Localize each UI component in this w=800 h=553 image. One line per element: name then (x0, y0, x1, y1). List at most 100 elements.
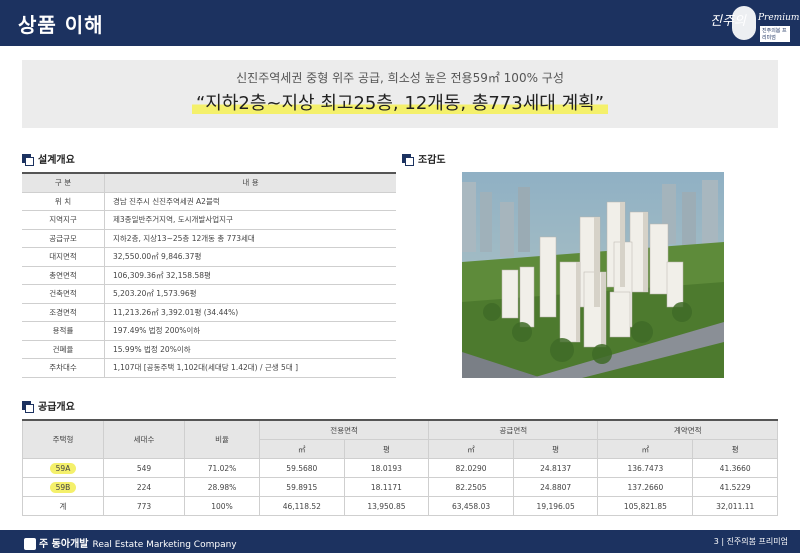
banner-headline: “지하2층~지상 최고25층, 12개동, 총773세대 계획” (191, 93, 609, 114)
brand-mark-icon (24, 538, 36, 550)
row-value: 5,203.20㎡ 1,573.96평 (104, 284, 396, 304)
supply-title-text: 공급개요 (38, 402, 75, 413)
logo-tag: 진주의봄 프리미엄 (760, 26, 790, 42)
logo-emblem-icon (732, 6, 756, 40)
row-value: 11,213.26㎡ 3,392.01평 (34.44%) (104, 303, 396, 322)
logo-premium-text: Premium (758, 13, 800, 23)
table-row: 59A 549 71.02% 59.5680 18.0193 82.0290 2… (22, 458, 778, 478)
design-table: 구 분 내 용 위 치 경남 진주시 신진주역세권 A2블럭 지역지구 제3종일반주… (22, 172, 396, 378)
section-icon (402, 154, 414, 166)
page-title: 상품 이해 (18, 13, 104, 37)
row-value: 106,309.36㎡ 32,158.58평 (104, 266, 396, 285)
row-key: 지역지구 (22, 210, 105, 230)
col-sub: 평 (692, 439, 778, 459)
birdseye-rendering-image (462, 172, 724, 378)
table-row: 위 치 경남 진주시 신진주역세권 A2블럭 (22, 192, 396, 211)
cell-value: 32,011.11 (692, 496, 778, 516)
cell-value: 18.0193 (343, 458, 430, 478)
footer-brand: 주 동아개발 Real Estate Marketing Company (24, 535, 237, 550)
table-row: 계 773 100% 46,118.52 13,950.85 63,458.03… (22, 496, 778, 516)
cell-value: 59.8915 (259, 477, 345, 497)
row-key: 조경면적 (22, 303, 105, 322)
banner-headline-wrap: “지하2층~지상 최고25층, 12개동, 총773세대 계획” (22, 89, 778, 115)
cell-value: 105,821.85 (597, 496, 694, 516)
birdseye-illustration (462, 172, 724, 378)
cell-type: 59A (22, 458, 104, 478)
supply-section-title: 공급개요 (22, 398, 75, 413)
row-key: 주차대수 (22, 358, 105, 378)
row-value: 32,550.00㎡ 9,846.37평 (104, 247, 396, 267)
cell-value: 82.0290 (428, 458, 514, 478)
summary-banner: 신진주역세권 중형 위주 공급, 희소성 높은 전용59㎡ 100% 구성 “지… (22, 60, 778, 128)
cell-value: 46,118.52 (259, 496, 345, 516)
table-row: 총연면적 106,309.36㎡ 32,158.58평 (22, 266, 396, 285)
col-group-contract: 계약면적 (597, 419, 778, 440)
design-title-text: 설계개요 (38, 155, 75, 166)
col-sub: ㎡ (597, 439, 694, 459)
cell-type: 59B (22, 477, 104, 497)
cell-ratio: 71.02% (184, 458, 260, 478)
table-row: 건폐율 15.99% 법정 20%이하 (22, 340, 396, 359)
table-row: 대지면적 32,550.00㎡ 9,846.37평 (22, 247, 396, 267)
brand-name: 주 동아개발 (39, 539, 89, 550)
row-value: 제3종일반주거지역, 도시개발사업지구 (104, 210, 396, 230)
row-value: 경남 진주시 신진주역세권 A2블럭 (104, 192, 396, 211)
table-row: 용적률 197.49% 법정 200%이하 (22, 321, 396, 341)
col-ratio: 비율 (184, 419, 260, 459)
cell-value: 63,458.03 (428, 496, 514, 516)
cell-type: 계 (22, 496, 104, 516)
cell-value: 24.8807 (512, 477, 599, 497)
design-header-key: 구 분 (22, 172, 105, 193)
table-row: 건축면적 5,203.20㎡ 1,573.96평 (22, 284, 396, 304)
table-row: 공급규모 지하2층, 지상13~25층 12개동 총 773세대 (22, 229, 396, 248)
col-group-exclusive: 전용면적 (258, 419, 430, 440)
birdseye-section-title: 조감도 (402, 151, 446, 166)
table-row: 주차대수 1,107대 [공동주택 1,102대(세대당 1.42대) / 근생 … (22, 358, 396, 378)
row-key: 공급규모 (22, 229, 105, 248)
row-value: 197.49% 법정 200%이하 (104, 321, 396, 341)
row-key: 위 치 (22, 192, 105, 211)
design-section-title: 설계개요 (22, 151, 75, 166)
cell-value: 59.5680 (259, 458, 345, 478)
section-icon (22, 154, 34, 166)
section-icon (22, 401, 34, 413)
cell-value: 19,196.05 (512, 496, 599, 516)
footer-bar: 주 동아개발 Real Estate Marketing Company 3 | … (0, 530, 800, 553)
cell-value: 41.3660 (692, 458, 778, 478)
col-group-supply: 공급면적 (428, 419, 599, 440)
cell-value: 136.7473 (597, 458, 694, 478)
row-key: 총연면적 (22, 266, 105, 285)
col-type: 주택형 (22, 419, 104, 459)
row-value: 1,107대 [공동주택 1,102대(세대당 1.42대) / 근생 5대 ] (104, 358, 396, 378)
cell-units: 224 (103, 477, 185, 497)
type-highlight: 59B (49, 481, 77, 493)
col-sub: 평 (343, 439, 430, 459)
design-header-row: 구 분 내 용 (22, 172, 396, 193)
cell-value: 24.8137 (512, 458, 599, 478)
type-highlight: 59A (49, 462, 77, 474)
cell-units: 549 (103, 458, 185, 478)
cell-value: 13,950.85 (343, 496, 430, 516)
row-key: 대지면적 (22, 247, 105, 267)
cell-value: 41.5229 (692, 477, 778, 497)
row-key: 건폐율 (22, 340, 105, 359)
table-row: 조경면적 11,213.26㎡ 3,392.01평 (34.44%) (22, 303, 396, 322)
supply-header-row: 주택형 세대수 비율 전용면적 공급면적 계약면적 (22, 419, 778, 459)
design-header-value: 내 용 (104, 172, 396, 193)
cell-ratio: 100% (184, 496, 260, 516)
banner-subtitle: 신진주역세권 중형 위주 공급, 희소성 높은 전용59㎡ 100% 구성 (236, 71, 564, 85)
col-sub: ㎡ (428, 439, 514, 459)
top-bar: 상품 이해 진주의 Premium 진주의봄 프리미엄 (0, 0, 800, 46)
col-sub: 평 (512, 439, 599, 459)
row-value: 지하2층, 지상13~25층 12개동 총 773세대 (104, 229, 396, 248)
brand-tagline: Real Estate Marketing Company (92, 540, 237, 550)
page-number: 3 | 진주의봄 프리미엄 (713, 537, 788, 546)
brand-logo: 진주의 Premium 진주의봄 프리미엄 (710, 6, 799, 42)
table-row: 지역지구 제3종일반주거지역, 도시개발사업지구 (22, 210, 396, 230)
row-value: 15.99% 법정 20%이하 (104, 340, 396, 359)
cell-units: 773 (103, 496, 185, 516)
col-sub: ㎡ (259, 439, 345, 459)
row-key: 용적률 (22, 321, 105, 341)
cell-value: 18.1171 (343, 477, 430, 497)
col-units: 세대수 (103, 419, 185, 459)
